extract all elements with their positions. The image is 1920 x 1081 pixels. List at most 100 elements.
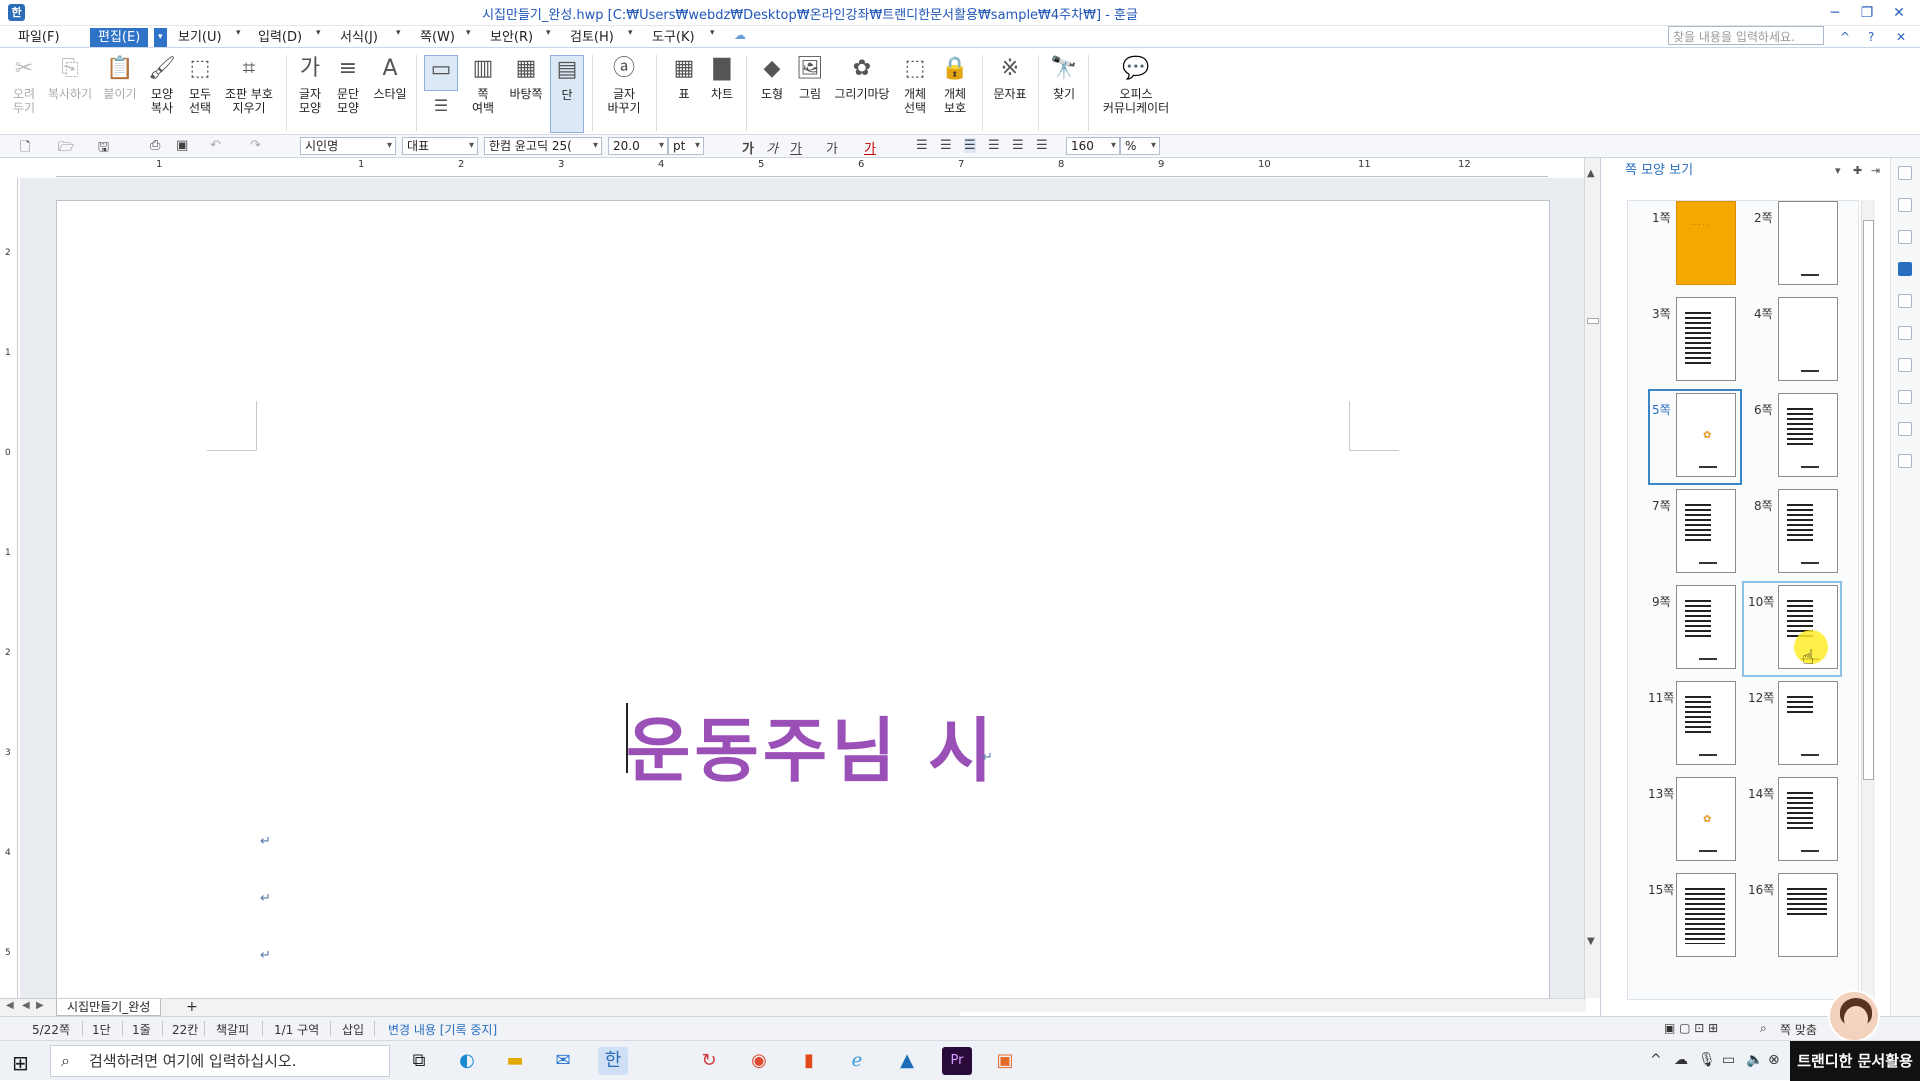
document-horizontal-scrollbar[interactable] <box>960 998 1586 1012</box>
scroll-thumb[interactable] <box>1587 318 1599 324</box>
menu-tools-arrow-icon[interactable]: ▾ <box>710 28 715 38</box>
zoom-fit-label[interactable]: 쪽 맞춤 <box>1780 1021 1817 1038</box>
new-doc-icon[interactable]: 🗋 <box>20 138 30 160</box>
page-thumb-1[interactable]: · · · · · <box>1676 201 1736 285</box>
cloud-icon[interactable]: ☁ <box>734 28 746 42</box>
protect-object-button[interactable]: 🔒 개체 보호 <box>938 55 972 115</box>
select-all-button[interactable]: ⬚ 모두 선택 <box>184 55 216 115</box>
restore-button[interactable]: ❐ <box>1854 2 1880 24</box>
chart-button[interactable]: ▇ 차트 <box>706 55 738 101</box>
align-center-icon[interactable]: ☰ <box>964 138 976 153</box>
page-thumb-5[interactable]: ✿ <box>1676 393 1736 477</box>
align-divide-icon[interactable]: ☰ <box>1036 138 1048 153</box>
page-thumb-2[interactable] <box>1778 201 1838 285</box>
side-panel-icon[interactable] <box>1898 358 1912 372</box>
zoom-unit-select[interactable]: % <box>1120 137 1160 155</box>
tab-document[interactable]: 시집만들기_완성 <box>56 999 162 1016</box>
menu-search-input[interactable]: 찾을 내용을 입력하세요. <box>1668 26 1824 45</box>
status-track-changes[interactable]: 변경 내용 [기록 중지] <box>388 1021 497 1038</box>
replace-char-button[interactable]: ⓐ 글자 바꾸기 <box>602 55 646 115</box>
page-thumb-9[interactable] <box>1676 585 1736 669</box>
close-button[interactable]: ✕ <box>1886 2 1912 24</box>
side-panel-icon[interactable] <box>1898 454 1912 468</box>
status-page[interactable]: 5/22쪽 <box>32 1021 70 1038</box>
drawing-yard-button[interactable]: ✿ 그리기마당 <box>830 55 894 101</box>
minimize-button[interactable]: ─ <box>1822 2 1848 24</box>
panel-dropdown-icon[interactable]: ▾ <box>1835 158 1841 184</box>
hwp-taskbar-icon[interactable]: 한 <box>598 1047 628 1075</box>
side-panel-icon[interactable] <box>1898 422 1912 436</box>
bold-icon[interactable]: 가 <box>742 138 754 157</box>
ie-icon[interactable]: ℯ <box>842 1047 872 1075</box>
page-thumb-7[interactable] <box>1676 489 1736 573</box>
shape-button[interactable]: ◆ 도형 <box>756 55 788 101</box>
menu-security[interactable]: 보안(R) <box>490 28 533 47</box>
view-mode-icon[interactable]: ▣ ▢ ⊡ ⊞ <box>1664 1021 1718 1035</box>
side-panel-icon[interactable] <box>1898 230 1912 244</box>
para-shape-button[interactable]: ≡ 문단 모양 <box>332 55 364 115</box>
symbol-button[interactable]: ※ 문자표 <box>990 55 1030 101</box>
italic-icon[interactable]: 가 <box>766 138 778 157</box>
collapse-ribbon-icon[interactable]: ^ <box>1840 30 1850 44</box>
page-layout-alt-button[interactable]: ☰ <box>424 98 458 114</box>
underline-icon[interactable]: 가 <box>790 138 802 157</box>
menu-insert-arrow-icon[interactable]: ▾ <box>316 28 321 38</box>
sync-app-icon[interactable]: ↻ <box>694 1047 724 1075</box>
scroll-down-icon[interactable]: ▼ <box>1587 936 1595 947</box>
menu-security-arrow-icon[interactable]: ▾ <box>546 28 551 38</box>
picture-button[interactable]: 🖼 그림 <box>794 55 826 101</box>
font-color-icon[interactable]: 가 <box>864 138 876 157</box>
status-bookmark[interactable]: 책갈피 <box>216 1021 249 1038</box>
copy-button[interactable]: ⎘ 복사하기 <box>44 55 96 101</box>
clear-marks-button[interactable]: ⌗ 조판 부호 지우기 <box>220 55 278 115</box>
undo-icon[interactable]: ↶ <box>210 138 221 153</box>
page-thumb-13[interactable]: ✿ <box>1676 777 1736 861</box>
page-thumb-15[interactable] <box>1676 873 1736 957</box>
side-panel-icon[interactable] <box>1898 198 1912 212</box>
side-panel-page-icon[interactable] <box>1898 262 1912 276</box>
panel-scroll-thumb[interactable] <box>1863 220 1874 780</box>
presentation-icon[interactable]: ▣ <box>990 1047 1020 1075</box>
side-panel-icon[interactable] <box>1898 390 1912 404</box>
document-page[interactable] <box>56 200 1550 1000</box>
align-left-icon[interactable]: ☰ <box>940 138 952 153</box>
onedrive-icon[interactable]: ☁ <box>1674 1052 1688 1068</box>
page-thumb-8[interactable] <box>1778 489 1838 573</box>
language-select[interactable]: 대표 <box>402 137 478 155</box>
panel-pin-icon[interactable]: ✚ <box>1853 158 1862 184</box>
windows-start-icon[interactable]: ⊞ <box>12 1051 29 1075</box>
menu-file[interactable]: 파일(F) <box>18 28 60 47</box>
mail-icon[interactable]: ✉ <box>548 1047 578 1075</box>
master-page-button[interactable]: ▦ 바탕쪽 <box>506 55 546 101</box>
font-unit-select[interactable]: pt <box>668 137 704 155</box>
font-size-input[interactable]: 20.0 <box>608 137 668 155</box>
menu-review-arrow-icon[interactable]: ▾ <box>628 28 633 38</box>
document-heading[interactable]: 운동주님 시 <box>626 695 996 796</box>
strike-icon[interactable]: 가 <box>826 138 838 157</box>
photos-icon[interactable]: ▲ <box>892 1047 922 1075</box>
side-panel-icon[interactable] <box>1898 326 1912 340</box>
align-distribute-icon[interactable]: ☰ <box>1012 138 1024 153</box>
document-vertical-scrollbar[interactable]: ▲ ▼ <box>1584 158 1600 998</box>
align-right-icon[interactable]: ☰ <box>988 138 1000 153</box>
premiere-icon[interactable]: Pr <box>942 1047 972 1075</box>
redo-icon[interactable]: ↷ <box>250 138 261 153</box>
add-tab-icon[interactable]: + <box>186 999 198 1015</box>
close-doc-icon[interactable]: ✕ <box>1896 30 1906 44</box>
page-thumb-14[interactable] <box>1778 777 1838 861</box>
style-select[interactable]: 시인명 <box>300 137 396 155</box>
page-thumb-16[interactable] <box>1778 873 1838 957</box>
open-folder-icon[interactable]: 🗁 <box>58 138 74 160</box>
page-thumb-6[interactable] <box>1778 393 1838 477</box>
menu-view-arrow-icon[interactable]: ▾ <box>236 28 241 38</box>
side-panel-icon[interactable] <box>1898 294 1912 308</box>
tab-next-icon[interactable]: ▶ <box>36 1000 44 1011</box>
chrome-icon[interactable]: ◉ <box>744 1047 774 1075</box>
style-button[interactable]: A 스타일 <box>370 55 410 101</box>
menu-format[interactable]: 서식(J) <box>340 28 378 47</box>
char-shape-button[interactable]: 가 글자 모양 <box>294 55 326 115</box>
cut-button[interactable]: ✂ 오려 두기 <box>8 55 40 115</box>
select-object-button[interactable]: ⬚ 개체 선택 <box>898 55 932 115</box>
scroll-up-icon[interactable]: ▲ <box>1587 168 1595 179</box>
page-thumb-12[interactable] <box>1778 681 1838 765</box>
